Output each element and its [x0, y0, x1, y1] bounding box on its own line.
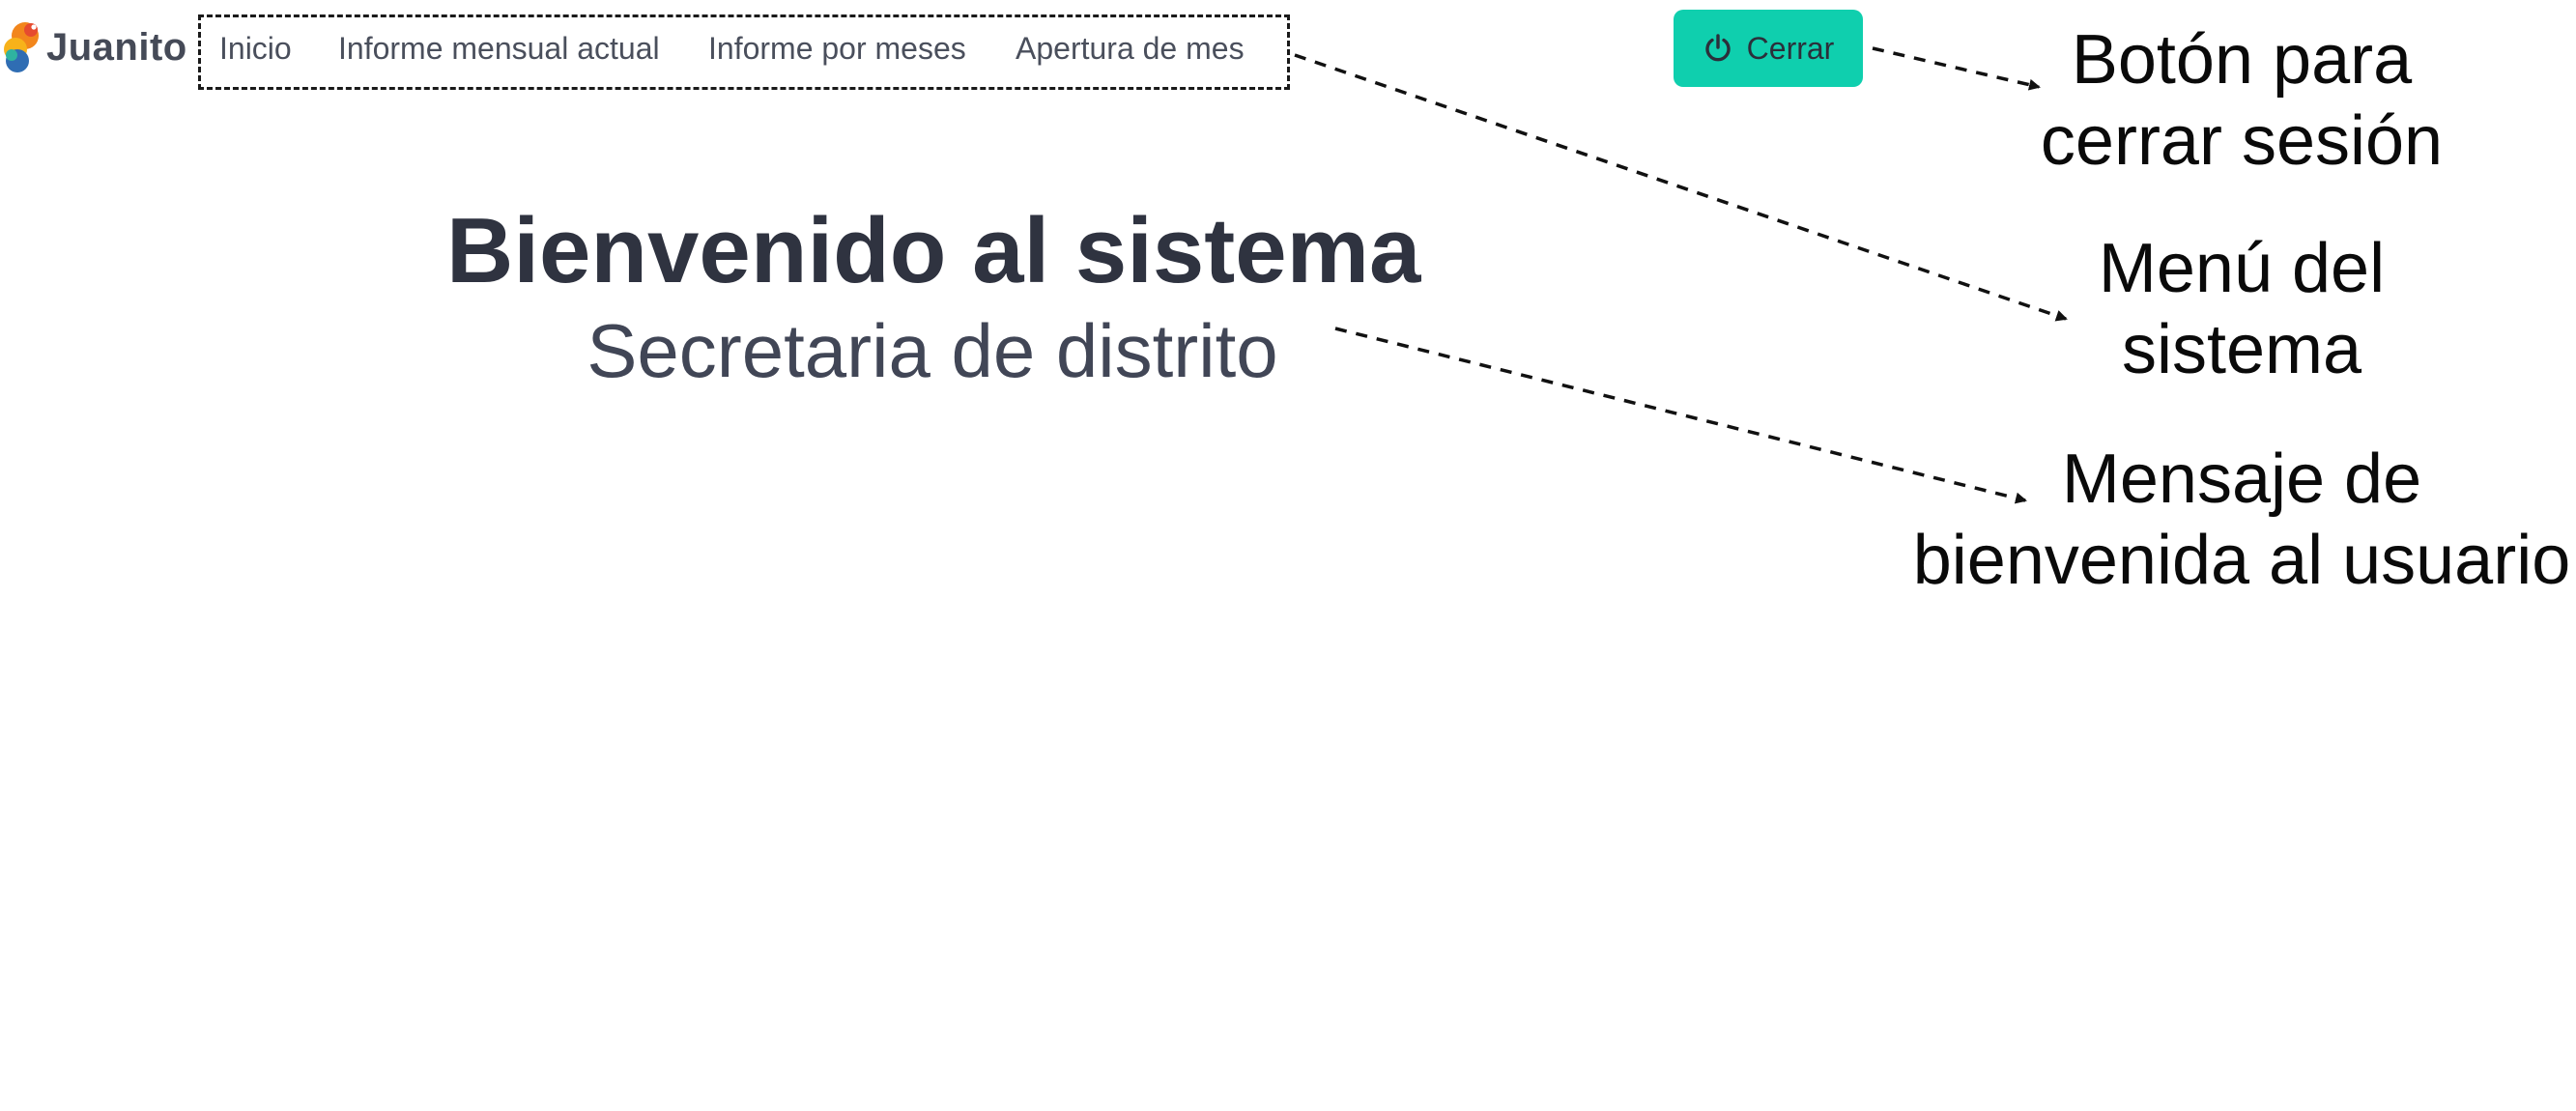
annotation-welcome-line2: bienvenida al usuario [1912, 522, 2571, 599]
annotation-welcome: Mensaje de bienvenida al usuario [1894, 439, 2576, 601]
annotation-logout-line2: cerrar sesión [2040, 102, 2444, 180]
annotation-menu-line1: Menú del [2098, 230, 2386, 307]
arrow-menu [1294, 53, 2068, 322]
annotation-welcome-line1: Mensaje de [2061, 441, 2422, 518]
annotation-logout: Botón para cerrar sesión [2010, 19, 2474, 182]
annotation-logout-line1: Botón para [2071, 21, 2413, 99]
annotation-menu: Menú del sistema [2010, 228, 2474, 390]
annotation-menu-line2: sistema [2121, 311, 2362, 388]
